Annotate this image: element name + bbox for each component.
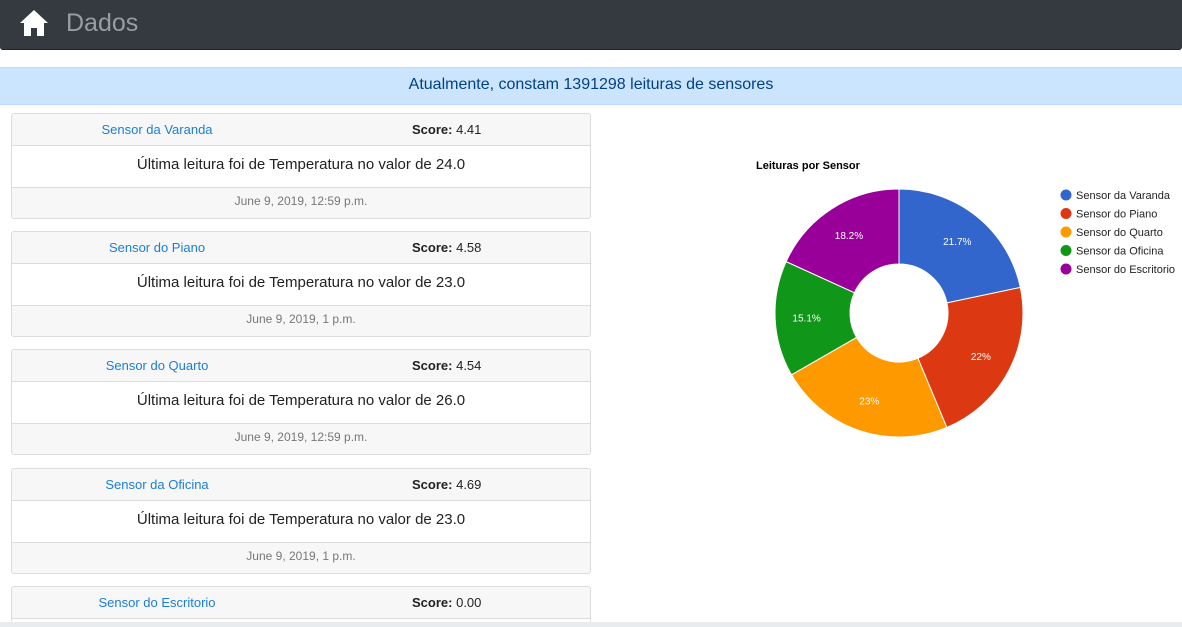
sensor-card: Sensor do Piano Score: 4.58 Última leitu… xyxy=(11,231,591,337)
legend-label[interactable]: Sensor da Oficina xyxy=(1076,246,1164,258)
legend-label[interactable]: Sensor da Varanda xyxy=(1076,190,1171,202)
sensor-card: Sensor da Oficina Score: 4.69 Última lei… xyxy=(11,468,591,574)
slice-label: 18.2% xyxy=(835,231,863,242)
legend-marker xyxy=(1060,263,1072,275)
sensor-card: Sensor do Escritorio Score: 0.00 xyxy=(11,586,591,623)
sensor-card: Sensor da Varanda Score: 4.41 Última lei… xyxy=(11,113,591,219)
last-reading: Última leitura foi de Temperatura no val… xyxy=(12,146,590,188)
sensor-card: Sensor do Quarto Score: 4.54 Última leit… xyxy=(11,349,591,455)
slice-label: 22% xyxy=(971,352,991,363)
last-reading: Última leitura foi de Temperatura no val… xyxy=(12,501,590,543)
chart-title: Leituras por Sensor xyxy=(756,160,861,172)
card-header: Sensor do Piano Score: 4.58 xyxy=(12,232,590,264)
legend-label[interactable]: Sensor do Escritorio xyxy=(1076,264,1175,276)
card-header: Sensor do Quarto Score: 4.54 xyxy=(12,350,590,382)
legend-marker xyxy=(1060,245,1072,256)
sensor-link[interactable]: Sensor da Oficina xyxy=(12,477,302,492)
page-bottom-edge xyxy=(0,622,1182,627)
sensor-score: Score: 4.54 xyxy=(412,358,482,373)
reading-timestamp: June 9, 2019, 12:59 p.m. xyxy=(12,424,590,454)
reading-timestamp: June 9, 2019, 12:59 p.m. xyxy=(12,188,590,218)
slice-label: 15.1% xyxy=(792,313,820,324)
donut-chart: Leituras por Sensor 21.7% 22% 23% 15.1% 18.2%… xyxy=(756,160,1175,438)
sensor-score: Score: 0.00 xyxy=(412,595,482,610)
sensor-score: Score: 4.41 xyxy=(412,122,482,137)
legend-marker xyxy=(1060,226,1072,238)
sensor-link[interactable]: Sensor do Escritorio xyxy=(12,595,302,610)
slice-label: 21.7% xyxy=(943,237,971,248)
last-reading: Última leitura foi de Temperatura no val… xyxy=(12,264,590,306)
legend-marker xyxy=(1060,208,1072,219)
reading-timestamp: June 9, 2019, 1 p.m. xyxy=(12,306,590,336)
legend-label[interactable]: Sensor do Piano xyxy=(1076,209,1157,221)
sensor-link[interactable]: Sensor do Quarto xyxy=(12,358,302,373)
home-icon[interactable] xyxy=(18,8,50,38)
sensor-score: Score: 4.58 xyxy=(412,240,482,255)
navbar: Dados xyxy=(0,0,1182,50)
last-reading: Última leitura foi de Temperatura no val… xyxy=(12,382,590,424)
sensor-link[interactable]: Sensor da Varanda xyxy=(12,122,302,137)
card-header: Sensor da Varanda Score: 4.41 xyxy=(12,114,590,146)
legend-marker xyxy=(1060,189,1072,201)
slice-label: 23% xyxy=(859,397,879,408)
info-alert: Atualmente, constam 1391298 leituras de … xyxy=(0,67,1182,105)
card-header: Sensor do Escritorio Score: 0.00 xyxy=(12,587,590,619)
sensor-score: Score: 4.69 xyxy=(412,477,482,492)
page-title[interactable]: Dados xyxy=(66,9,138,38)
reading-timestamp: June 9, 2019, 1 p.m. xyxy=(12,543,590,573)
sensor-link[interactable]: Sensor do Piano xyxy=(12,240,302,255)
legend-label[interactable]: Sensor do Quarto xyxy=(1076,227,1163,239)
card-header: Sensor da Oficina Score: 4.69 xyxy=(12,469,590,501)
